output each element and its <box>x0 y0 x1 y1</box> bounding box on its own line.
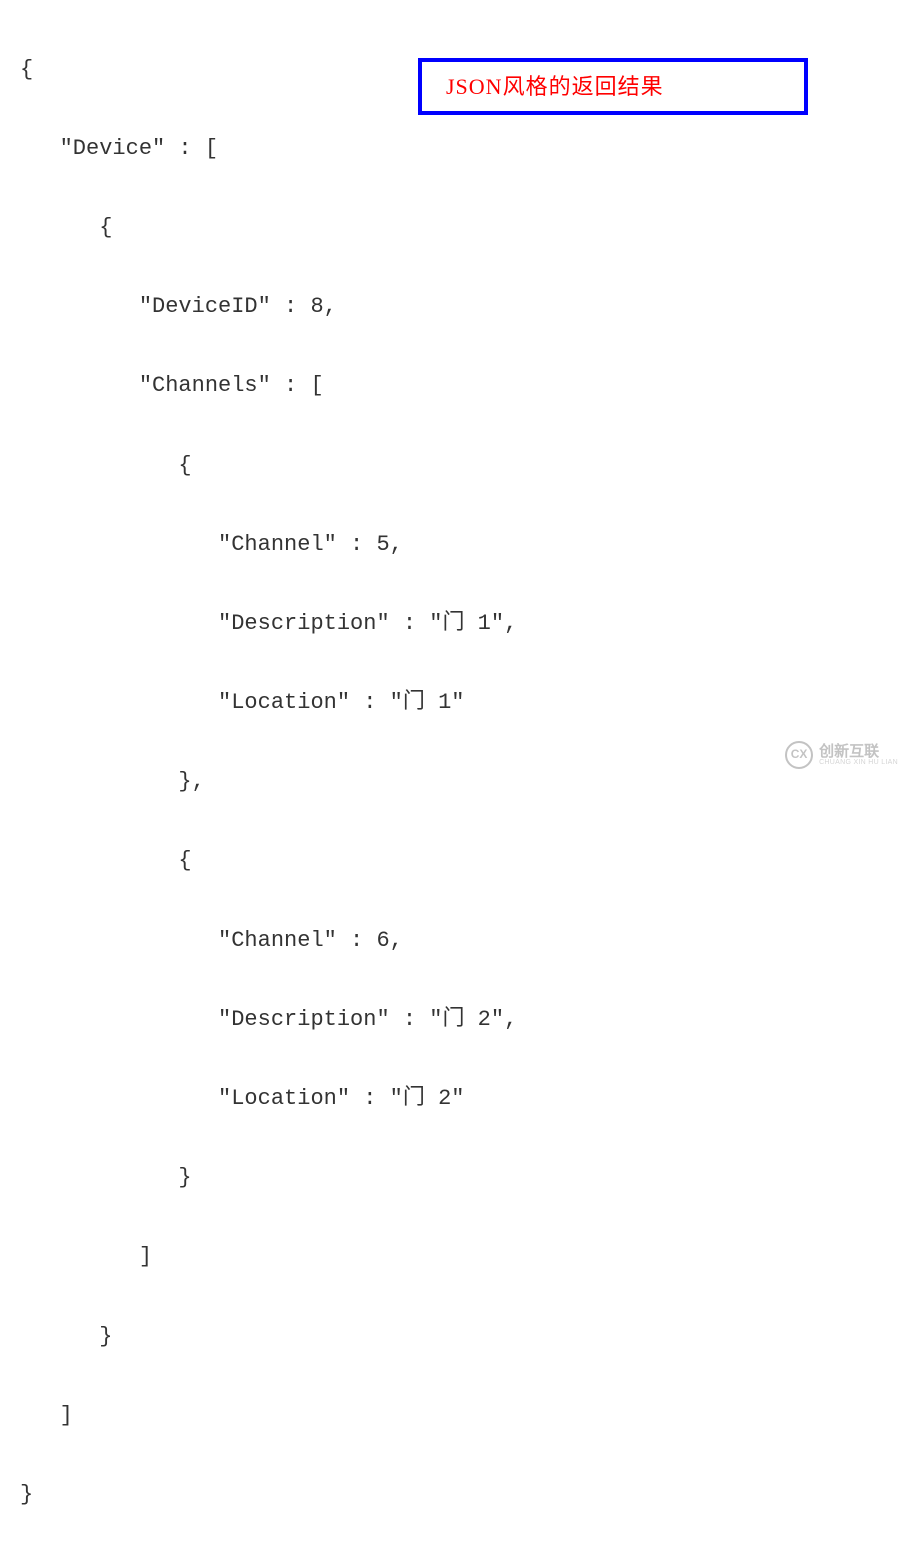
code-line: { <box>20 841 910 881</box>
watermark-text-group: 创新互联 CHUANG XIN HU LIAN <box>819 744 898 766</box>
annotation-text: JSON风格的返回结果 <box>446 67 664 107</box>
code-line: "Location" : "门 2" <box>20 1079 910 1119</box>
code-line: "Channel" : 5, <box>20 525 910 565</box>
code-line: "Location" : "门 1" <box>20 683 910 723</box>
code-line: ] <box>20 1396 910 1436</box>
code-line: "Channel" : 6, <box>20 921 910 961</box>
code-line: } <box>20 1158 910 1198</box>
annotation-callout: JSON风格的返回结果 <box>418 58 808 115</box>
code-line: "Description" : "门 2", <box>20 1000 910 1040</box>
code-line: { <box>20 446 910 486</box>
json-code-block: { "Device" : [ { "DeviceID" : 8, "Channe… <box>20 10 910 1554</box>
code-line: "DeviceID" : 8, <box>20 287 910 327</box>
code-line: "Device" : [ <box>20 129 910 169</box>
code-line: "Channels" : [ <box>20 366 910 406</box>
watermark-logo-icon: CX <box>785 741 813 769</box>
code-line: { <box>20 208 910 248</box>
code-line: ] <box>20 1237 910 1277</box>
code-line: }, <box>20 762 910 802</box>
watermark-sub-text: CHUANG XIN HU LIAN <box>819 759 898 766</box>
code-line: } <box>20 1475 910 1515</box>
code-line: } <box>20 1317 910 1357</box>
watermark-main-text: 创新互联 <box>819 744 898 759</box>
code-line: "Description" : "门 1", <box>20 604 910 644</box>
watermark: CX 创新互联 CHUANG XIN HU LIAN <box>785 741 898 769</box>
